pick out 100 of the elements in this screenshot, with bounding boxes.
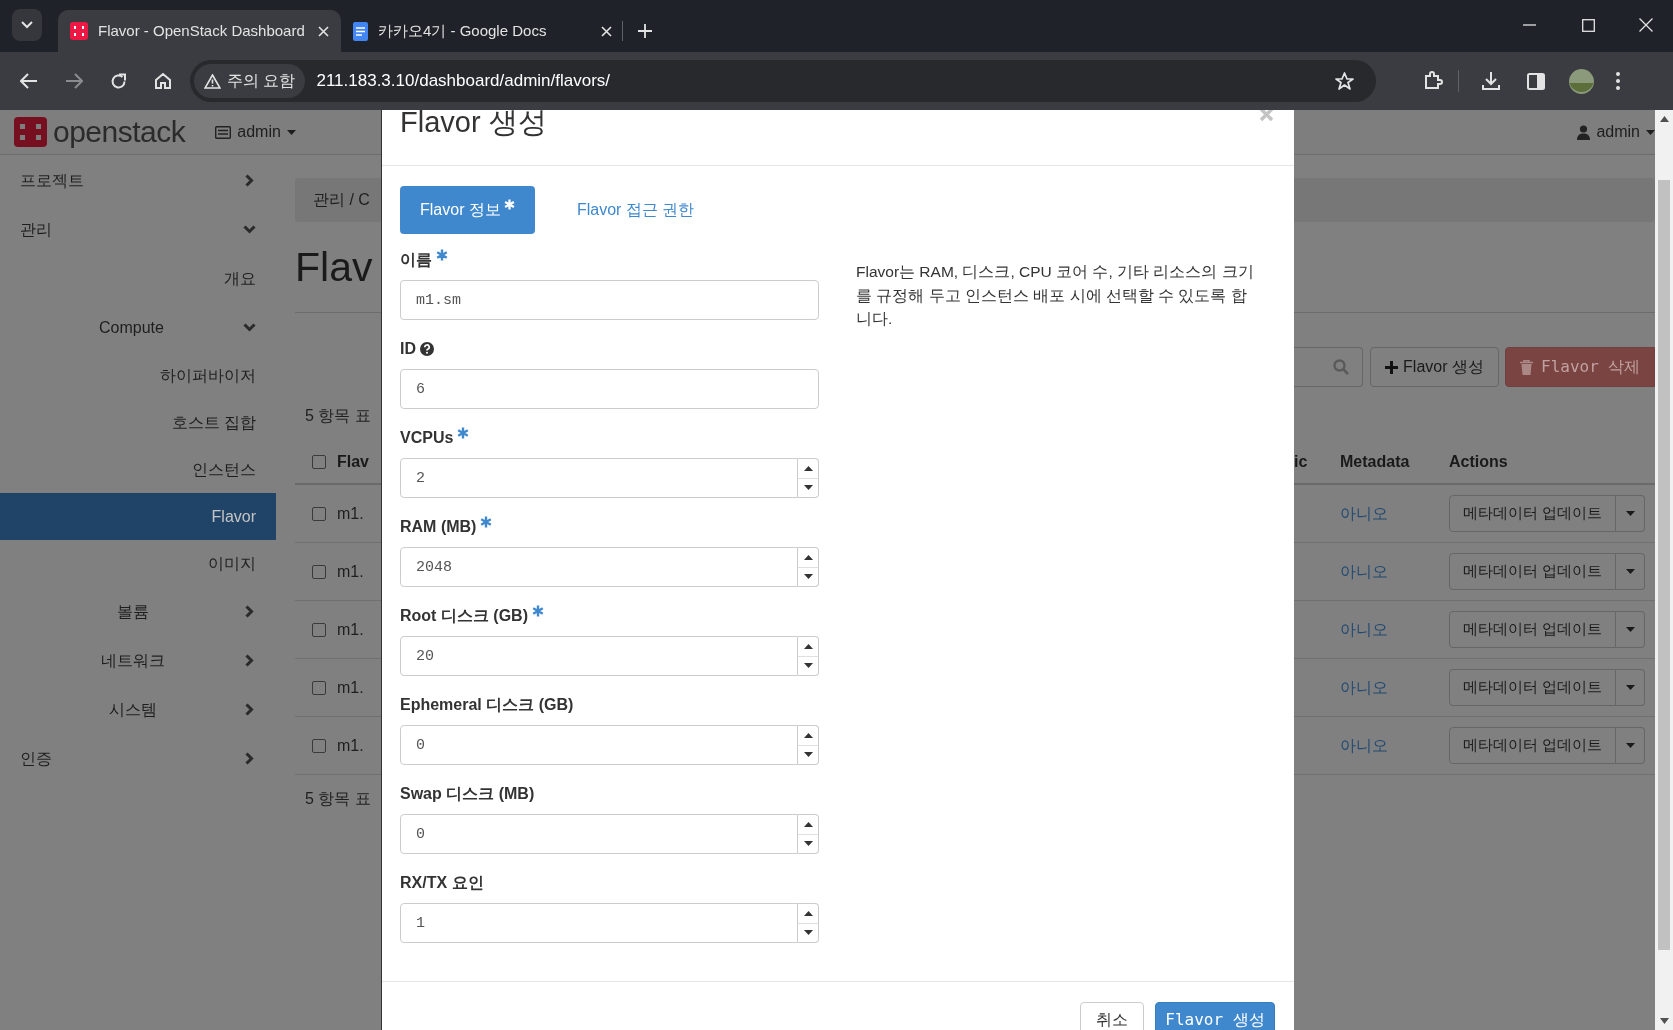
plus-icon[interactable] bbox=[638, 24, 652, 38]
star-icon[interactable] bbox=[1335, 72, 1354, 90]
up-triangle-icon bbox=[803, 821, 813, 827]
number-field[interactable]: 1 bbox=[400, 903, 798, 943]
checkbox[interactable] bbox=[312, 564, 326, 579]
back-arrow-icon[interactable] bbox=[20, 73, 38, 89]
nav-item[interactable]: Flavor bbox=[0, 493, 276, 540]
modal-tab[interactable]: Flavor 정보 bbox=[400, 186, 535, 234]
table-cell-text: m1. bbox=[337, 619, 364, 640]
field-label: Swap 디스크 (MB) bbox=[400, 784, 535, 804]
puzzle-piece-icon[interactable] bbox=[1423, 71, 1443, 91]
nav-item[interactable]: 하이퍼바이저 bbox=[0, 352, 276, 399]
caret-down-icon bbox=[286, 129, 296, 135]
dropdown-toggle[interactable] bbox=[1616, 669, 1646, 706]
more-menu-icon[interactable] bbox=[1616, 72, 1620, 90]
nav-item[interactable]: 네트워크 bbox=[0, 636, 276, 685]
reload-icon[interactable] bbox=[110, 72, 127, 90]
metadata-link[interactable]: 아니오 bbox=[1340, 620, 1388, 638]
down-triangle-icon bbox=[803, 485, 813, 491]
dropdown-toggle[interactable] bbox=[1616, 553, 1646, 590]
project-dropdown[interactable]: admin bbox=[215, 120, 296, 144]
dropdown-toggle[interactable] bbox=[1616, 611, 1646, 648]
dropdown-toggle[interactable] bbox=[1616, 495, 1646, 532]
nav-item[interactable]: Compute bbox=[0, 303, 276, 352]
chevron-right-icon bbox=[245, 752, 254, 765]
nav-item[interactable]: 프로젝트 bbox=[0, 156, 276, 205]
number-field[interactable]: 2 bbox=[400, 458, 798, 498]
metadata-link[interactable]: 아니오 bbox=[1340, 562, 1388, 580]
update-metadata-button[interactable]: 메타데이터 업데이트 bbox=[1449, 553, 1617, 590]
dropdown-toggle[interactable] bbox=[1616, 727, 1646, 764]
update-metadata-button[interactable]: 메타데이터 업데이트 bbox=[1449, 727, 1617, 764]
table-cell-text: m1. bbox=[337, 561, 364, 582]
maximize-icon[interactable] bbox=[1582, 18, 1595, 32]
number-field[interactable]: 2048 bbox=[400, 547, 798, 587]
scrollbar-thumb[interactable] bbox=[1658, 180, 1670, 950]
update-metadata-button[interactable]: 메타데이터 업데이트 bbox=[1449, 495, 1617, 532]
field-label: 이름 bbox=[400, 250, 432, 270]
page-title: Flav bbox=[295, 246, 373, 288]
metadata-link[interactable]: 아니오 bbox=[1340, 504, 1388, 522]
create-button[interactable]: Flavor 생성 bbox=[1155, 1002, 1275, 1030]
nav-item[interactable]: 관리 bbox=[0, 205, 276, 254]
up-arrow-icon[interactable] bbox=[1659, 116, 1669, 122]
browser-tab[interactable]: Flavor - OpenStack Dashboard bbox=[58, 10, 341, 52]
logo-text: openstack bbox=[53, 117, 186, 147]
close-icon[interactable] bbox=[1639, 18, 1653, 32]
home-icon[interactable] bbox=[154, 72, 172, 90]
user-name: admin bbox=[1596, 122, 1640, 142]
url-text: 211.183.3.10/dashboard/admin/flavors/ bbox=[316, 70, 612, 93]
download-icon[interactable] bbox=[1481, 71, 1501, 91]
checkbox[interactable] bbox=[312, 680, 326, 695]
logo-icon bbox=[14, 117, 47, 147]
breadcrumb: 관리 / C bbox=[313, 190, 370, 210]
nav-item[interactable]: 호스트 집합 bbox=[0, 399, 276, 446]
browser-tab[interactable]: 카카오4기 - Google Docs bbox=[341, 10, 624, 52]
cancel-button[interactable]: 취소 bbox=[1080, 1002, 1144, 1030]
chevron-right-icon bbox=[245, 174, 254, 187]
avatar-icon[interactable] bbox=[1569, 68, 1594, 94]
delete-flavor-button[interactable]: Flavor 삭제 bbox=[1505, 347, 1655, 387]
user-icon bbox=[1577, 124, 1591, 140]
checkbox[interactable] bbox=[312, 738, 326, 753]
forward-arrow-icon[interactable] bbox=[65, 73, 83, 89]
number-field[interactable]: 20 bbox=[400, 636, 798, 676]
close-icon[interactable] bbox=[601, 25, 612, 37]
checkbox[interactable] bbox=[312, 506, 326, 521]
list-icon bbox=[215, 125, 232, 139]
address-bar[interactable]: 주의 요함 211.183.3.10/dashboard/admin/flavors/ bbox=[190, 60, 1376, 102]
down-triangle-icon bbox=[803, 663, 813, 669]
nav-item[interactable]: 이미지 bbox=[0, 540, 276, 587]
modal-tab[interactable]: Flavor 접근 권한 bbox=[556, 186, 715, 234]
text-field[interactable]: 6 bbox=[400, 369, 819, 409]
field-label: VCPUs bbox=[400, 428, 454, 448]
user-dropdown[interactable]: admin bbox=[1577, 120, 1655, 144]
nav-item[interactable]: 시스템 bbox=[0, 685, 276, 734]
number-field[interactable]: 0 bbox=[400, 814, 798, 854]
update-metadata-button[interactable]: 메타데이터 업데이트 bbox=[1449, 611, 1617, 648]
metadata-link[interactable]: 아니오 bbox=[1340, 736, 1388, 754]
up-triangle-icon bbox=[803, 732, 813, 738]
up-triangle-icon bbox=[803, 910, 813, 916]
close-icon[interactable] bbox=[318, 25, 329, 37]
table-cell-text: m1. bbox=[337, 503, 364, 524]
side-panel-icon[interactable] bbox=[1527, 72, 1545, 90]
create-flavor-button[interactable]: Flavor 생성 bbox=[1370, 347, 1499, 387]
metadata-link[interactable]: 아니오 bbox=[1340, 678, 1388, 696]
tab-search-button[interactable] bbox=[12, 9, 42, 41]
search-field[interactable] bbox=[1294, 347, 1364, 387]
text-field[interactable]: m1.sm bbox=[400, 280, 819, 320]
nav-item[interactable]: 개요 bbox=[0, 254, 276, 303]
nav-item[interactable]: 인스턴스 bbox=[0, 446, 276, 493]
down-arrow-icon[interactable] bbox=[1659, 1018, 1669, 1024]
nav-item[interactable]: 인증 bbox=[0, 734, 276, 783]
checkbox[interactable] bbox=[312, 454, 326, 469]
number-field[interactable]: 0 bbox=[400, 725, 798, 765]
scrollbar[interactable] bbox=[1655, 110, 1673, 1030]
update-metadata-button[interactable]: 메타데이터 업데이트 bbox=[1449, 669, 1617, 706]
nav-item[interactable]: 볼륨 bbox=[0, 587, 276, 636]
description-text: Flavor는 RAM, 디스크, CPU 코어 수, 기타 리소스의 크기를 규정해 두고 인스턴스 배포 시에 선택할 수 있도록 합니다. bbox=[856, 262, 1254, 329]
table-cell-text: m1. bbox=[337, 735, 364, 756]
caret-down-icon bbox=[1646, 129, 1655, 135]
security-chip[interactable]: 주의 요함 bbox=[194, 64, 306, 98]
checkbox[interactable] bbox=[312, 622, 326, 637]
